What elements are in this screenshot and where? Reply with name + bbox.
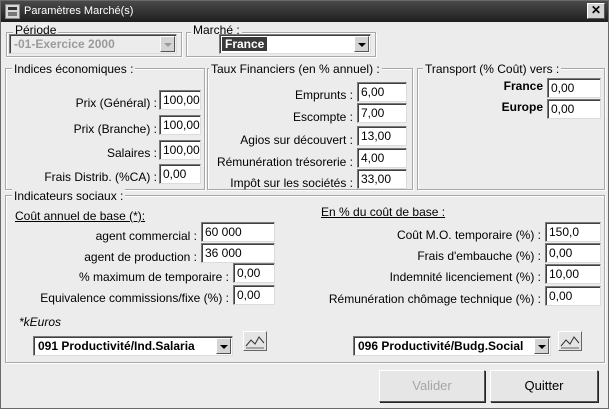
frais-embauche-input[interactable]: 0,00 bbox=[545, 243, 601, 263]
emprunts-input[interactable]: 6,00 bbox=[357, 82, 407, 102]
indemnite-licenciement-input[interactable]: 10,00 bbox=[545, 264, 601, 284]
periode-select[interactable]: -01-Exercice 2000 bbox=[9, 34, 177, 54]
left-indicator-value: 091 Productivité/Ind.Salaria bbox=[38, 339, 195, 353]
max-temporaire-label: % maximum de temporaire : bbox=[78, 270, 229, 284]
cout-base-title: Coût annuel de base (*): bbox=[15, 209, 146, 223]
transport-europe-input[interactable]: 0,00 bbox=[547, 99, 601, 119]
prix-branche-label: Prix (Branche) : bbox=[73, 122, 157, 136]
window-title: Paramètres Marché(s) bbox=[24, 5, 134, 17]
cout-mo-temporaire-label: Coût M.O. temporaire (%) : bbox=[396, 228, 541, 242]
chevron-down-icon[interactable] bbox=[354, 36, 369, 52]
agios-input[interactable]: 13,00 bbox=[357, 126, 407, 146]
line-chart-icon[interactable] bbox=[243, 331, 267, 351]
social-legend: Indicateurs sociaux : bbox=[12, 189, 126, 203]
title-bar: Paramètres Marché(s) ✕ bbox=[1, 1, 608, 22]
frais-embauche-label: Frais d'embauche (%) : bbox=[417, 249, 541, 263]
emprunts-label: Emprunts : bbox=[294, 88, 353, 102]
marche-value: France bbox=[222, 37, 268, 51]
footnote-keuros: *kEuros bbox=[19, 315, 62, 329]
impot-societes-label: Impôt sur les sociétés : bbox=[230, 176, 353, 190]
agent-commercial-label: agent commercial : bbox=[95, 229, 197, 243]
transport-legend: Transport (% Coût) vers : bbox=[423, 62, 562, 76]
chevron-down-icon[interactable] bbox=[160, 36, 175, 52]
agent-production-input[interactable]: 36 000 bbox=[201, 243, 275, 263]
marche-select[interactable]: France bbox=[219, 34, 371, 54]
quit-button[interactable]: Quitter bbox=[490, 370, 598, 402]
max-temporaire-input[interactable]: 0,00 bbox=[233, 263, 275, 283]
escompte-input[interactable]: 7,00 bbox=[357, 103, 407, 123]
transport-france-input[interactable]: 0,00 bbox=[547, 78, 601, 98]
close-icon[interactable]: ✕ bbox=[587, 3, 605, 19]
chevron-down-icon[interactable] bbox=[534, 338, 549, 354]
prix-general-input[interactable]: 100,00 bbox=[159, 90, 201, 110]
agent-production-label: agent de production : bbox=[84, 250, 197, 264]
app-icon bbox=[5, 4, 20, 19]
remuneration-chomage-label: Rémunération chômage technique (%) : bbox=[328, 292, 541, 306]
cout-mo-temporaire-input[interactable]: 150,0 bbox=[545, 222, 601, 242]
escompte-label: Escompte : bbox=[292, 110, 353, 124]
salaires-label: Salaires : bbox=[106, 146, 157, 160]
frais-distrib-input[interactable]: 0,00 bbox=[159, 164, 201, 184]
line-chart-icon-graphic bbox=[245, 336, 265, 349]
agent-commercial-input[interactable]: 60 000 bbox=[201, 222, 275, 242]
indemnite-licenciement-label: Indemnité licenciement (%) : bbox=[389, 270, 541, 284]
prix-branche-input[interactable]: 100,00 bbox=[159, 115, 201, 135]
equivalence-commissions-label: Equivalence commissions/fixe (%) : bbox=[40, 291, 229, 305]
line-chart-icon[interactable] bbox=[558, 331, 582, 351]
taux-legend: Taux Financiers (en % annuel) : bbox=[209, 62, 382, 76]
transport-europe-label: Europe bbox=[501, 100, 543, 114]
remuneration-tresorerie-input[interactable]: 4,00 bbox=[357, 148, 407, 168]
salaires-input[interactable]: 100,00 bbox=[159, 140, 201, 160]
equivalence-commissions-input[interactable]: 0,00 bbox=[233, 285, 275, 305]
transport-france-label: France bbox=[503, 79, 543, 93]
impot-societes-input[interactable]: 33,00 bbox=[357, 169, 407, 189]
indices-legend: Indices économiques : bbox=[12, 62, 136, 76]
chevron-down-icon[interactable] bbox=[216, 338, 231, 354]
right-indicator-value: 096 Productivité/Budg.Social bbox=[358, 339, 524, 353]
agios-label: Agios sur découvert : bbox=[240, 133, 353, 147]
line-chart-icon-graphic bbox=[560, 336, 580, 349]
prix-general-label: Prix (Général) : bbox=[75, 96, 157, 110]
right-indicator-select[interactable]: 096 Productivité/Budg.Social bbox=[353, 336, 551, 356]
left-indicator-select[interactable]: 091 Productivité/Ind.Salaria bbox=[33, 336, 233, 356]
validate-button[interactable]: Valider bbox=[379, 370, 485, 402]
periode-value: -01-Exercice 2000 bbox=[14, 37, 115, 51]
remuneration-tresorerie-label: Rémunération trésorerie : bbox=[216, 155, 353, 169]
pct-base-title: En % du coût de base : bbox=[321, 205, 446, 219]
remuneration-chomage-input[interactable]: 0,00 bbox=[545, 286, 601, 306]
dialog-window: Paramètres Marché(s) ✕ Période -01-Exerc… bbox=[0, 0, 609, 409]
frais-distrib-label: Frais Distrib. (%CA) : bbox=[44, 170, 157, 184]
